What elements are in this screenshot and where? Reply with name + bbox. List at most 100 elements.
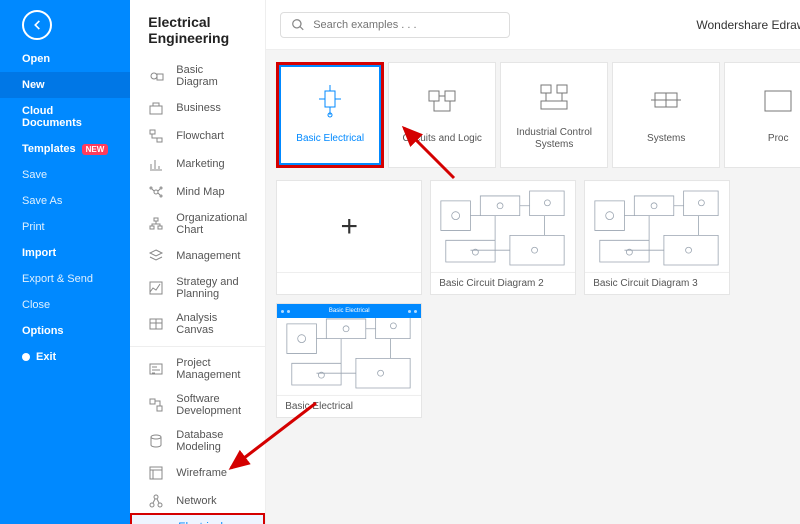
category-panel: Electrical Engineering Basic DiagramBusi… xyxy=(130,0,266,524)
back-arrow-icon xyxy=(30,18,44,32)
category-network[interactable]: Network xyxy=(130,487,265,515)
category-label: Marketing xyxy=(176,158,224,170)
nav-label: Options xyxy=(22,325,64,337)
nav-label: Templates xyxy=(22,143,76,155)
badge-new: NEW xyxy=(82,144,109,155)
nav-item-save[interactable]: Save xyxy=(0,162,130,188)
tile-circuits-and-logic[interactable]: Circuits and Logic xyxy=(388,62,496,168)
category-organizational-chart[interactable]: Organizational Chart xyxy=(130,206,265,242)
nav-item-new[interactable]: New xyxy=(0,72,130,98)
template-thumb xyxy=(585,181,729,273)
category-wireframe[interactable]: Wireframe xyxy=(130,459,265,487)
category-label: Flowchart xyxy=(176,130,224,142)
org-icon xyxy=(148,216,164,232)
category-label: Analysis Canvas xyxy=(176,312,247,336)
nav-label: New xyxy=(22,79,45,91)
category-mind-map[interactable]: Mind Map xyxy=(130,178,265,206)
tile-icon xyxy=(759,85,797,123)
category-strategy-and-planning[interactable]: Strategy and Planning xyxy=(130,270,265,306)
category-label: Mind Map xyxy=(176,186,224,198)
panel-title: Electrical Engineering xyxy=(130,0,265,58)
nav-item-export-send[interactable]: Export & Send xyxy=(0,266,130,292)
nav-label: Close xyxy=(22,299,50,311)
category-business[interactable]: Business xyxy=(130,94,265,122)
wireframe-icon xyxy=(148,465,164,481)
category-list[interactable]: Basic DiagramBusiness Flowchart Marketing M… xyxy=(130,58,265,524)
template-thumb: Basic Electrical xyxy=(277,304,421,396)
nav-item-open[interactable]: Open xyxy=(0,46,130,72)
category-analysis-canvas[interactable]: Analysis Canvas xyxy=(130,306,265,342)
nav-item-templates[interactable]: Templates NEW xyxy=(0,136,130,162)
template-card-basic-electrical[interactable]: Basic ElectricalBasic Electrical xyxy=(276,303,422,418)
tile-label: Proc xyxy=(768,133,789,145)
nav-item-print[interactable]: Print xyxy=(0,214,130,240)
nav-label: Exit xyxy=(36,351,56,363)
nav-item-close[interactable]: Close xyxy=(0,292,130,318)
search-box[interactable] xyxy=(280,12,510,38)
category-label: Project Management xyxy=(176,357,247,381)
tile-icon xyxy=(647,85,685,123)
app-root: Open New Cloud Documents Templates NEW Save Sa… xyxy=(0,0,800,524)
nav-label: Import xyxy=(22,247,56,259)
category-management[interactable]: Management xyxy=(130,242,265,270)
project-icon xyxy=(148,361,164,377)
nav-item-import[interactable]: Import xyxy=(0,240,130,266)
chart-icon xyxy=(148,156,164,172)
tile-systems[interactable]: Systems xyxy=(612,62,720,168)
canvas-icon xyxy=(148,316,164,332)
nav-label: Save As xyxy=(22,195,62,207)
main-area: Wondershare EdrawMax Basic Electrical Cir… xyxy=(266,0,800,524)
template-caption xyxy=(277,273,421,283)
nav-item-save-as[interactable]: Save As xyxy=(0,188,130,214)
strategy-icon xyxy=(148,280,164,296)
nav-item-options[interactable]: Options xyxy=(0,318,130,344)
category-divider xyxy=(130,346,265,347)
tile-basic-electrical[interactable]: Basic Electrical xyxy=(276,62,384,168)
template-card-basic-circuit-diagram-3[interactable]: Basic Circuit Diagram 3 xyxy=(584,180,730,295)
shapes-icon xyxy=(148,68,164,84)
category-label: Software Development xyxy=(176,393,247,417)
category-label: Network xyxy=(176,495,216,507)
briefcase-icon xyxy=(148,100,164,116)
category-label: Organizational Chart xyxy=(176,212,247,236)
tile-label: Circuits and Logic xyxy=(402,133,481,145)
category-flowchart[interactable]: Flowchart xyxy=(130,122,265,150)
exit-icon xyxy=(22,353,30,361)
template-caption: Basic Circuit Diagram 3 xyxy=(585,273,729,294)
nav-label: Print xyxy=(22,221,45,233)
mindmap-icon xyxy=(148,184,164,200)
nav-label: Open xyxy=(22,53,50,65)
plus-icon: + xyxy=(340,210,358,244)
tile-icon xyxy=(311,85,349,123)
category-database-modeling[interactable]: Database Modeling xyxy=(130,423,265,459)
search-input[interactable] xyxy=(313,19,499,31)
software-icon xyxy=(148,397,164,413)
template-card-blank[interactable]: + xyxy=(276,180,422,295)
category-electrical-engineering[interactable]: Electrical Engineering xyxy=(130,513,265,524)
template-card-basic-circuit-diagram-2[interactable]: Basic Circuit Diagram 2 xyxy=(430,180,576,295)
tile-label: Basic Electrical xyxy=(296,133,364,145)
network-icon xyxy=(148,493,164,509)
sidebar-nav: Open New Cloud Documents Templates NEW Save Sa… xyxy=(0,0,130,524)
category-basic-diagram[interactable]: Basic Diagram xyxy=(130,58,265,94)
nav-label: Export & Send xyxy=(22,273,93,285)
layers-icon xyxy=(148,248,164,264)
topbar: Wondershare EdrawMax xyxy=(266,0,800,50)
nav-label: Cloud Documents xyxy=(22,105,108,129)
template-caption: Basic Circuit Diagram 2 xyxy=(431,273,575,294)
category-marketing[interactable]: Marketing xyxy=(130,150,265,178)
tile-industrial-control-systems[interactable]: Industrial Control Systems xyxy=(500,62,608,168)
category-software-development[interactable]: Software Development xyxy=(130,387,265,423)
template-gallery: + Basic Circuit Diagram 2 Basic Circuit Di… xyxy=(266,174,800,424)
tile-label: Systems xyxy=(647,133,685,145)
back-button[interactable] xyxy=(22,10,52,40)
category-label: Database Modeling xyxy=(176,429,247,453)
tile-proc[interactable]: Proc xyxy=(724,62,800,168)
nav-item-cloud-documents[interactable]: Cloud Documents xyxy=(0,98,130,136)
category-label: Strategy and Planning xyxy=(176,276,247,300)
tile-label: Industrial Control Systems xyxy=(507,127,601,151)
nav-item-exit[interactable]: Exit xyxy=(0,344,130,370)
template-thumb: + xyxy=(277,181,421,273)
category-project-management[interactable]: Project Management xyxy=(130,351,265,387)
tile-icon xyxy=(423,85,461,123)
